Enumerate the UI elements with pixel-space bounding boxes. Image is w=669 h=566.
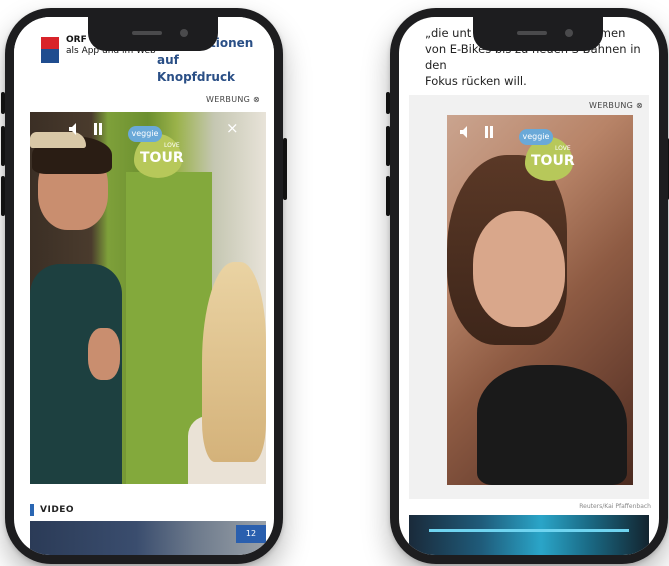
video-person-2: [188, 262, 266, 484]
ad-label[interactable]: WERBUNG ⊗: [589, 101, 643, 110]
pause-icon[interactable]: [94, 123, 102, 135]
street-sign: 12: [236, 525, 266, 543]
badge-veggie-text: veggie: [519, 129, 553, 145]
phone-volume-up: [1, 126, 5, 166]
video-person-1: [30, 132, 122, 484]
phone-right: „die unt ormen von E-Bikes bis zu neuen …: [386, 8, 669, 564]
video-gloved-hands: [477, 365, 627, 485]
speaker: [132, 31, 162, 35]
photo-credit: Reuters/Kai Pfaffenbach: [579, 503, 651, 510]
badge-love-text: LOVE: [555, 145, 571, 152]
notch: [473, 17, 603, 51]
speaker: [517, 31, 547, 35]
headline-line2: Knopfdruck: [157, 70, 236, 84]
veggie-love-tour-badge: veggie LOVE TOUR: [519, 129, 579, 181]
video-label-text: VIDEO: [40, 505, 75, 515]
article-line3: Fokus rücken will.: [425, 74, 527, 88]
veggie-love-tour-badge: veggie LOVE TOUR: [128, 126, 188, 178]
pause-icon[interactable]: [485, 126, 493, 138]
phone-power-button: [283, 138, 287, 200]
badge-veggie-text: veggie: [128, 126, 162, 142]
mute-icon[interactable]: [68, 122, 82, 136]
camera: [565, 29, 573, 37]
camera: [180, 29, 188, 37]
phone-volume-up: [386, 126, 390, 166]
orf-logo: [41, 37, 59, 63]
video-woman-face: [473, 211, 565, 327]
video-thumbnail[interactable]: [409, 515, 649, 555]
phone-volume-down: [386, 176, 390, 216]
badge-tour-text: TOUR: [531, 153, 575, 169]
badge-love-text: LOVE: [164, 142, 180, 149]
mute-icon[interactable]: [459, 125, 473, 139]
phone-screen-left: ORF als App und im Web Informationen auf…: [14, 17, 274, 555]
phone-left: ORF als App und im Web Informationen auf…: [1, 8, 287, 564]
video-thumbnail[interactable]: 12: [30, 521, 266, 555]
ad-video-player[interactable]: veggie LOVE TOUR: [447, 115, 633, 485]
notch: [88, 17, 218, 51]
phone-mute-switch: [1, 92, 5, 114]
badge-tour-text: TOUR: [140, 150, 184, 166]
ad-label[interactable]: WERBUNG ⊗: [206, 95, 260, 104]
phone-volume-down: [1, 176, 5, 216]
phone-screen-right: „die unt ormen von E-Bikes bis zu neuen …: [399, 17, 659, 555]
ad-video-player[interactable]: × veggie LOVE TOUR: [30, 112, 266, 484]
video-section-label: VIDEO: [30, 501, 266, 519]
close-icon[interactable]: ×: [226, 121, 239, 136]
phone-mute-switch: [386, 92, 390, 114]
